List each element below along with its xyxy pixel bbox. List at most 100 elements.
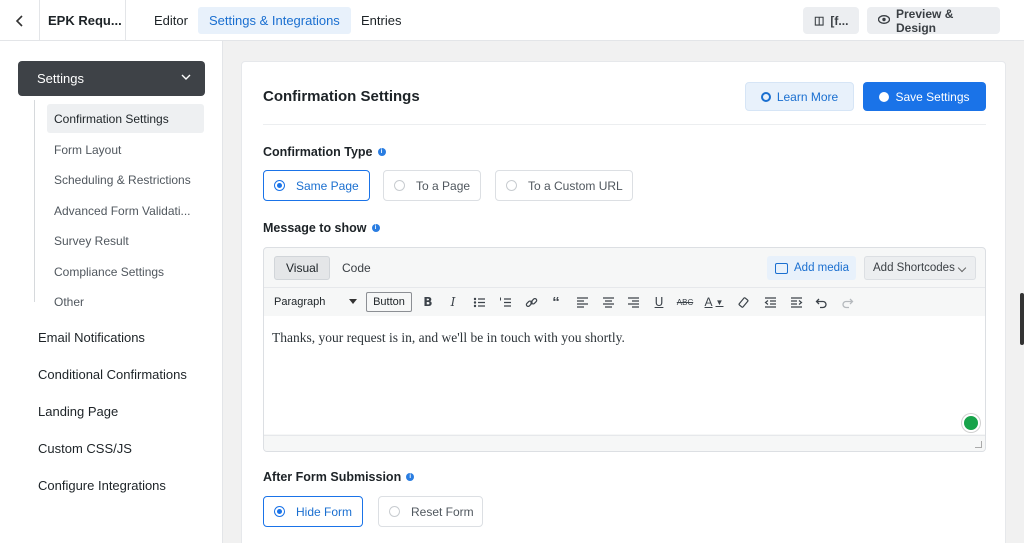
message-label: Message to show i [263,221,380,235]
radio-reset-form[interactable]: Reset Form [378,496,483,527]
radio-to-a-page[interactable]: To a Page [383,170,481,201]
info-icon[interactable]: i [377,148,386,156]
numbered-list-icon[interactable] [495,292,515,312]
radio-label: To a Page [416,178,471,193]
radio-hide-form[interactable]: Hide Form [263,496,363,527]
tab-visual[interactable]: Visual [274,256,331,280]
tab-code[interactable]: Code [331,256,382,280]
save-settings-button[interactable]: Save Settings [863,82,986,111]
learn-more-label: Learn More [776,89,839,104]
form-name[interactable]: EPK Requ... [40,0,126,41]
eye-icon [877,14,891,27]
bullet-list-icon[interactable] [469,292,489,312]
format-select[interactable]: Paragraph [269,292,361,312]
add-media-button[interactable]: Add media [767,256,856,280]
tab-entries[interactable]: Entries [350,7,412,34]
radio-dot [394,180,405,191]
sidebar-item-confirmation-settings[interactable]: Confirmation Settings [47,104,204,133]
sidebar-item-conditional-confirmations[interactable]: Conditional Confirmations [38,367,187,382]
sidebar-item-configure-integrations[interactable]: Configure Integrations [38,478,166,493]
radio-dot [274,506,285,517]
shortcode-copy-button[interactable]: ◫ [f... [803,7,859,34]
sidebar-item-advanced-validation[interactable]: Advanced Form Validati... [47,196,204,225]
info-icon[interactable]: i [371,224,380,232]
sidebar-item-custom-css-js[interactable]: Custom CSS/JS [38,441,132,456]
after-submission-label: After Form Submission i [263,470,415,484]
tab-settings-integrations[interactable]: Settings & Integrations [198,7,351,34]
confirmation-settings-card: Confirmation Settings Learn More Save Se… [241,61,1006,543]
radio-label: To a Custom URL [528,178,623,193]
confirmation-type-label: Confirmation Type i [263,145,386,159]
confirmation-type-text: Confirmation Type [263,145,373,159]
copy-icon: ◫ [814,15,825,27]
editor-content[interactable]: Thanks, your request is in, and we'll be… [264,316,985,434]
after-submission-text: After Form Submission [263,470,402,484]
tab-editor[interactable]: Editor [143,7,199,34]
editor-status-bar [264,435,985,451]
media-icon [775,262,788,274]
caret-down-icon [349,299,357,304]
settings-sidebar: Settings Confirmation Settings Form Layo… [0,41,223,543]
sidebar-item-scheduling[interactable]: Scheduling & Restrictions [47,165,204,194]
sidebar-item-compliance[interactable]: Compliance Settings [47,257,204,286]
sidebar-section-settings[interactable]: Settings [18,61,205,96]
sidebar-item-other[interactable]: Other [47,287,204,316]
radio-label: Hide Form [296,504,353,519]
text-color-icon[interactable]: A ▼ [700,292,728,312]
message-editor: Visual Code Add media Add Shortcodes Par… [263,247,986,452]
resize-handle-icon[interactable] [975,441,982,448]
radio-label: Reset Form [411,504,474,519]
chevron-down-icon [181,74,191,80]
save-settings-label: Save Settings [895,89,970,104]
preview-label: Preview & Design [896,6,954,35]
undo-icon[interactable] [811,292,831,312]
underline-icon[interactable]: U [649,292,669,312]
radio-custom-url[interactable]: To a Custom URL [495,170,633,201]
chevron-left-icon [15,14,23,27]
top-bar: EPK Requ... Editor Settings & Integratio… [0,0,1024,41]
page-scrollbar[interactable] [1020,293,1024,345]
check-circle-icon [879,91,890,102]
sidebar-item-form-layout[interactable]: Form Layout [47,135,204,164]
add-shortcodes-dropdown[interactable]: Add Shortcodes [864,256,976,280]
back-button[interactable] [0,0,40,41]
radio-label: Same Page [296,178,359,193]
learn-more-button[interactable]: Learn More [745,82,854,111]
blockquote-icon[interactable]: “ [546,292,566,312]
add-media-label: Add media [794,262,849,274]
italic-icon[interactable]: I [443,292,463,312]
radio-dot [389,506,400,517]
insert-button-tool[interactable]: Button [366,292,412,312]
chevron-down-icon [957,263,967,273]
radio-same-page[interactable]: Same Page [263,170,370,201]
grammar-assistant-icon[interactable] [962,414,980,432]
preview-design-button[interactable]: Preview & Design [867,6,1000,35]
strikethrough-icon[interactable]: ABC [675,292,695,312]
play-circle-icon [760,91,771,102]
sidebar-item-survey-result[interactable]: Survey Result [47,226,204,255]
divider [263,124,986,125]
outdent-icon[interactable] [760,292,780,312]
shortcode-label: [f... [830,13,849,28]
message-label-text: Message to show [263,221,367,235]
sidebar-item-email-notifications[interactable]: Email Notifications [38,330,145,345]
eraser-icon[interactable] [734,292,754,312]
redo-icon[interactable] [837,292,857,312]
indent-icon[interactable] [786,292,806,312]
bold-icon[interactable]: B [418,292,438,312]
info-icon[interactable]: i [406,473,415,481]
editor-toolbar: Paragraph Button B I “ U ABC A ▼ [264,287,985,315]
sidebar-item-landing-page[interactable]: Landing Page [38,404,118,419]
page-title: Confirmation Settings [263,88,420,105]
add-shortcodes-label: Add Shortcodes [873,262,955,274]
radio-dot [506,180,517,191]
align-center-icon[interactable] [598,292,618,312]
radio-dot [274,180,285,191]
message-text: Thanks, your request is in, and we'll be… [272,330,625,345]
align-left-icon[interactable] [572,292,592,312]
link-icon[interactable] [521,292,541,312]
format-select-value: Paragraph [274,296,326,308]
sidebar-section-label: Settings [37,71,84,86]
align-right-icon[interactable] [623,292,643,312]
tree-line [34,100,35,302]
